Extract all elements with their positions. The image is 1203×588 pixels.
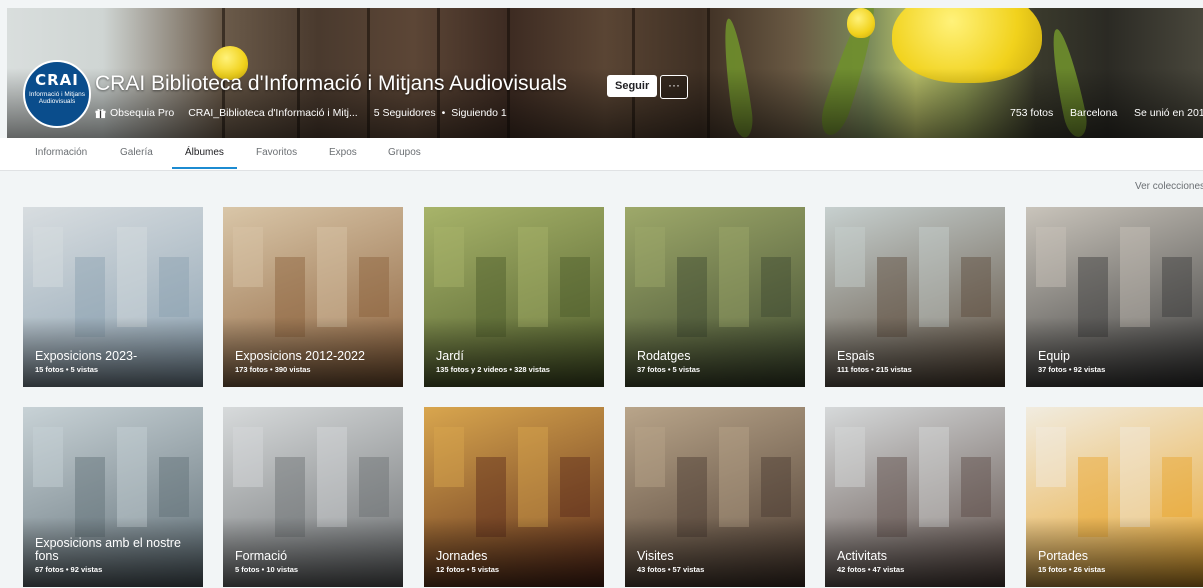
logo-subtext: Informació i Mitjans Audiovisuals: [29, 91, 85, 105]
album-meta: 37 fotos • 92 vistas: [1038, 365, 1106, 374]
thumbnail-detail: [359, 257, 389, 317]
active-tab-indicator: [172, 167, 237, 169]
logo-text: CRAI: [35, 71, 79, 89]
album-card[interactable]: Equip 37 fotos • 92 vistas: [1026, 207, 1203, 387]
cover-tulip: [847, 8, 875, 38]
album-card[interactable]: Portades 15 fotos • 26 vistas: [1026, 407, 1203, 587]
tab-galeria[interactable]: Galería: [120, 147, 153, 158]
thumbnail-detail: [233, 427, 263, 487]
thumbnail-detail: [761, 457, 791, 517]
album-title: Exposicions 2012-2022: [235, 349, 365, 363]
album-title: Espais: [837, 349, 875, 363]
thumbnail-detail: [919, 427, 949, 527]
thumbnail-detail: [434, 227, 464, 287]
more-options-button[interactable]: ···: [660, 75, 688, 99]
thumbnail-detail: [317, 427, 347, 527]
album-card[interactable]: Formació 5 fotos • 10 vistas: [223, 407, 403, 587]
album-meta: 12 fotos • 5 vistas: [436, 565, 500, 574]
thumbnail-detail: [1162, 257, 1192, 317]
tab-grupos[interactable]: Grupos: [388, 147, 421, 158]
thumbnail-detail: [835, 427, 865, 487]
album-title: Activitats: [837, 549, 888, 563]
album-title: Formació: [235, 549, 288, 563]
thumbnail-detail: [159, 457, 189, 517]
album-card[interactable]: Visites 43 fotos • 57 vistas: [625, 407, 805, 587]
thumbnail-detail: [835, 227, 865, 287]
thumbnail-detail: [719, 227, 749, 327]
thumbnail-detail: [961, 257, 991, 317]
thumbnail-detail: [317, 227, 347, 327]
following-link[interactable]: Siguiendo 1: [451, 107, 506, 119]
thumbnail-detail: [518, 227, 548, 327]
album-title: Portades: [1038, 549, 1089, 563]
tab-expos[interactable]: Expos: [329, 147, 357, 158]
thumbnail-detail: [33, 227, 63, 287]
album-title: Jardí: [436, 349, 464, 363]
album-card[interactable]: Jardí 135 fotos y 2 videos • 328 vistas: [424, 207, 604, 387]
album-meta: 43 fotos • 57 vistas: [637, 565, 705, 574]
album-card[interactable]: Exposicions amb el nostre fons 67 fotos …: [23, 407, 203, 587]
thumbnail-detail: [359, 457, 389, 517]
thumbnail-detail: [961, 457, 991, 517]
profile-cover: CRAI Informació i Mitjans Audiovisuals C…: [7, 8, 1203, 138]
tab-informacion[interactable]: Información: [35, 147, 87, 158]
album-card[interactable]: Espais 111 fotos • 215 vistas: [825, 207, 1005, 387]
ver-colecciones-link[interactable]: Ver colecciones: [1135, 181, 1203, 192]
location: Barcelona: [1070, 107, 1118, 119]
album-card[interactable]: Exposicions 2012-2022 173 fotos • 390 vi…: [223, 207, 403, 387]
profile-tabs: Información Galería Álbumes Favoritos Ex…: [0, 138, 1203, 171]
pro-link[interactable]: Obsequia Pro: [110, 107, 174, 119]
thumbnail-detail: [33, 427, 63, 487]
profile-avatar[interactable]: CRAI Informació i Mitjans Audiovisuals: [23, 60, 91, 128]
photo-count: 753 fotos: [1010, 107, 1054, 119]
username[interactable]: CRAI_Biblioteca d'Informació i Mitj...: [188, 107, 357, 119]
album-meta: 67 fotos • 92 vistas: [35, 565, 103, 574]
thumbnail-detail: [761, 257, 791, 317]
album-meta: 5 fotos • 10 vistas: [235, 565, 299, 574]
follow-button[interactable]: Seguir: [607, 75, 658, 97]
thumbnail-detail: [919, 227, 949, 327]
album-meta: 135 fotos y 2 videos • 328 vistas: [436, 365, 550, 374]
thumbnail-detail: [1036, 227, 1066, 287]
profile-title: CRAI Biblioteca d'Informació i Mitjans A…: [95, 72, 568, 95]
album-meta: 111 fotos • 215 vistas: [837, 365, 912, 374]
meta-separator: •: [441, 107, 446, 119]
thumbnail-detail: [434, 427, 464, 487]
profile-meta: Obsequia Pro CRAI_Biblioteca d'Informaci…: [95, 107, 513, 119]
album-card[interactable]: Activitats 42 fotos • 47 vistas: [825, 407, 1005, 587]
album-meta: 15 fotos • 26 vistas: [1038, 565, 1106, 574]
thumbnail-detail: [560, 457, 590, 517]
album-meta: 42 fotos • 47 vistas: [837, 565, 905, 574]
followers-link[interactable]: 5 Seguidores: [374, 107, 436, 119]
album-title: Jornades: [436, 549, 488, 563]
album-title: Exposicions amb el nostre fons: [35, 536, 181, 563]
thumbnail-detail: [1120, 227, 1150, 327]
thumbnail-detail: [1162, 457, 1192, 517]
album-card[interactable]: Exposicions 2023- 15 fotos • 5 vistas: [23, 207, 203, 387]
thumbnail-detail: [117, 427, 147, 527]
join-date: Se unió en 2016: [1134, 107, 1203, 119]
album-meta: 15 fotos • 5 vistas: [35, 365, 99, 374]
album-title: Equip: [1038, 349, 1070, 363]
thumbnail-detail: [1036, 427, 1066, 487]
thumbnail-detail: [560, 257, 590, 317]
thumbnail-detail: [635, 427, 665, 487]
gift-icon: [95, 108, 106, 118]
album-title: Rodatges: [637, 349, 691, 363]
thumbnail-detail: [719, 427, 749, 527]
album-card[interactable]: Rodatges 37 fotos • 5 vistas: [625, 207, 805, 387]
album-meta: 37 fotos • 5 vistas: [637, 365, 701, 374]
thumbnail-detail: [117, 227, 147, 327]
tab-favoritos[interactable]: Favoritos: [256, 147, 297, 158]
thumbnail-detail: [233, 227, 263, 287]
tab-albumes[interactable]: Álbumes: [185, 147, 224, 158]
thumbnail-detail: [159, 257, 189, 317]
album-title: Exposicions 2023-: [35, 349, 138, 363]
thumbnail-detail: [635, 227, 665, 287]
album-title: Visites: [637, 549, 674, 563]
album-meta: 173 fotos • 390 vistas: [235, 365, 311, 374]
album-card[interactable]: Jornades 12 fotos • 5 vistas: [424, 407, 604, 587]
thumbnail-detail: [1120, 427, 1150, 527]
thumbnail-detail: [518, 427, 548, 527]
